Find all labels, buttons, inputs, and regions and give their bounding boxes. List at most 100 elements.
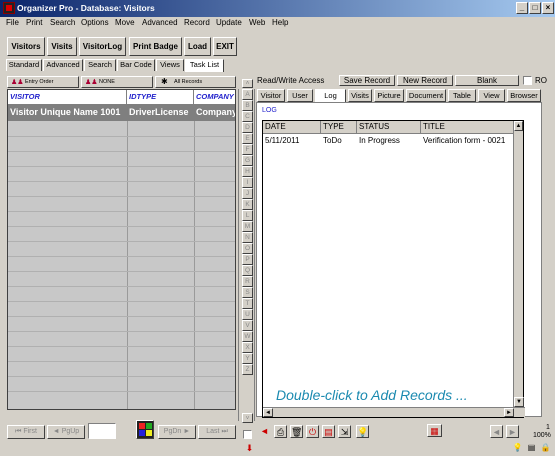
- col-title-header[interactable]: TITLE: [421, 121, 515, 134]
- alpha-key-q[interactable]: Q: [242, 265, 253, 276]
- alpha-key-l[interactable]: L: [242, 210, 253, 221]
- log-vertical-scrollbar[interactable]: ▲ ▼: [513, 121, 524, 407]
- alpha-key-r[interactable]: R: [242, 276, 253, 287]
- alpha-key-n[interactable]: N: [242, 232, 253, 243]
- col-company-header[interactable]: COMPANY: [194, 90, 235, 104]
- alpha-key-h[interactable]: H: [242, 166, 253, 177]
- alpha-key-f[interactable]: F: [242, 144, 253, 155]
- tab-table[interactable]: Table: [448, 89, 476, 102]
- table-row[interactable]: Visitor Unique Name 1001 DriverLicense C…: [8, 104, 235, 121]
- alpha-key-d[interactable]: D: [242, 122, 253, 133]
- menu-record[interactable]: Record: [184, 18, 210, 27]
- alpha-key-e[interactable]: E: [242, 133, 253, 144]
- form-icon[interactable]: ▤: [526, 442, 537, 453]
- alpha-key-k[interactable]: K: [242, 199, 253, 210]
- tab-task-list[interactable]: Task List: [185, 59, 224, 72]
- alpha-key-w[interactable]: W: [242, 331, 253, 342]
- exit-button[interactable]: EXIT: [213, 37, 237, 56]
- menu-file[interactable]: File: [6, 18, 19, 27]
- select-checkbox[interactable]: [243, 430, 252, 439]
- tab-visits[interactable]: Visits: [348, 89, 372, 102]
- menu-advanced[interactable]: Advanced: [142, 18, 178, 27]
- alpha-key-o[interactable]: O: [242, 243, 253, 254]
- menu-web[interactable]: Web: [249, 18, 265, 27]
- alpha-key-s[interactable]: S: [242, 287, 253, 298]
- maximize-button[interactable]: □: [529, 2, 541, 14]
- visitors-button[interactable]: Visitors: [7, 37, 45, 56]
- tab-user[interactable]: User: [287, 89, 313, 102]
- log-table[interactable]: DATE TYPE STATUS TITLE 5/11/2011 ToDo In…: [262, 120, 525, 418]
- alpha-key-a[interactable]: A: [242, 89, 253, 100]
- back-arrow-icon[interactable]: ◄: [258, 425, 271, 438]
- print-icon[interactable]: ⎙: [274, 425, 287, 438]
- scroll-up-icon[interactable]: ▲: [514, 121, 523, 131]
- alpha-key-z[interactable]: Z: [242, 364, 253, 375]
- scroll-down-icon[interactable]: ▼: [514, 397, 524, 407]
- alpha-down-arrow-icon[interactable]: ˅: [242, 413, 253, 423]
- alpha-up-arrow-icon[interactable]: ˄: [242, 79, 253, 88]
- alpha-key-x[interactable]: X: [242, 342, 253, 353]
- minimize-button[interactable]: _: [516, 2, 528, 14]
- trash-icon[interactable]: 🗑: [290, 425, 303, 438]
- alpha-key-t[interactable]: T: [242, 298, 253, 309]
- scroll-left-icon[interactable]: ◄: [263, 408, 273, 417]
- alpha-key-y[interactable]: Y: [242, 353, 253, 364]
- alpha-key-j[interactable]: J: [242, 188, 253, 199]
- load-button[interactable]: Load: [184, 37, 211, 56]
- tab-browser[interactable]: Browser: [507, 89, 541, 102]
- lock-icon[interactable]: 🔒: [540, 442, 551, 453]
- records-grid[interactable]: VISITOR IDTYPE COMPANY Visitor Unique Na…: [7, 89, 236, 410]
- down-arrow-icon[interactable]: ⬇: [243, 442, 256, 455]
- col-idtype-header[interactable]: IDTYPE: [127, 90, 194, 104]
- alpha-key-g[interactable]: G: [242, 155, 253, 166]
- first-button[interactable]: ⏮ First: [7, 425, 45, 439]
- menu-search[interactable]: Search: [50, 18, 75, 27]
- alpha-key-p[interactable]: P: [242, 254, 253, 265]
- prev-record-icon[interactable]: ◄: [490, 425, 503, 438]
- lightbulb-small-icon[interactable]: 💡: [512, 442, 523, 453]
- pgup-button[interactable]: ◄ PgUp: [47, 425, 85, 439]
- menu-move[interactable]: Move: [115, 18, 135, 27]
- alpha-key-c[interactable]: C: [242, 111, 253, 122]
- alpha-key-u[interactable]: U: [242, 309, 253, 320]
- menu-help[interactable]: Help: [272, 18, 288, 27]
- blank-button[interactable]: Blank: [455, 75, 519, 86]
- record-number-input[interactable]: [88, 423, 116, 439]
- scroll-right-icon[interactable]: ►: [504, 408, 514, 417]
- tab-visitor[interactable]: Visitor: [257, 89, 285, 102]
- tab-picture[interactable]: Picture: [374, 89, 404, 102]
- tab-bar-code[interactable]: Bar Code: [117, 59, 155, 71]
- tab-document[interactable]: Document: [406, 89, 446, 102]
- power-icon[interactable]: ⏻: [306, 425, 319, 438]
- log-horizontal-scrollbar[interactable]: ◄ ►: [263, 407, 525, 417]
- col-visitor-header[interactable]: VISITOR: [8, 90, 127, 104]
- tab-log[interactable]: Log: [315, 89, 346, 103]
- print-badge-button[interactable]: Print Badge: [129, 37, 182, 56]
- alpha-key-b[interactable]: B: [242, 100, 253, 111]
- col-type-header[interactable]: TYPE: [321, 121, 357, 134]
- visitorlog-button[interactable]: VisitorLog: [79, 37, 126, 56]
- tab-standard[interactable]: Standard: [6, 59, 42, 71]
- entry-order-button[interactable]: ♟♟ Entry Order: [7, 76, 79, 88]
- tab-search[interactable]: Search: [84, 59, 116, 71]
- next-record-icon[interactable]: ►: [506, 425, 519, 438]
- last-button[interactable]: Last ⏭: [198, 425, 236, 439]
- alpha-key-i[interactable]: I: [242, 177, 253, 188]
- sort-none-button[interactable]: ♟♟ NONE: [81, 76, 153, 88]
- new-record-button[interactable]: New Record: [397, 75, 453, 86]
- all-records-button[interactable]: ✱ All Records: [155, 76, 236, 88]
- tab-views[interactable]: Views: [156, 59, 184, 71]
- table-row[interactable]: 5/11/2011 ToDo In Progress Verification …: [263, 135, 515, 147]
- close-button[interactable]: ×: [542, 2, 554, 14]
- col-status-header[interactable]: STATUS: [357, 121, 421, 134]
- document-icon[interactable]: ▤: [322, 425, 335, 438]
- pgdn-button[interactable]: PgDn ►: [158, 425, 196, 439]
- visits-button[interactable]: Visits: [47, 37, 77, 56]
- menu-options[interactable]: Options: [81, 18, 109, 27]
- menu-update[interactable]: Update: [216, 18, 242, 27]
- color-grid-icon[interactable]: [136, 420, 154, 439]
- tab-advanced[interactable]: Advanced: [43, 59, 83, 71]
- menu-print[interactable]: Print: [26, 18, 42, 27]
- save-record-button[interactable]: Save Record: [339, 75, 395, 86]
- export-icon[interactable]: ⇲: [338, 425, 351, 438]
